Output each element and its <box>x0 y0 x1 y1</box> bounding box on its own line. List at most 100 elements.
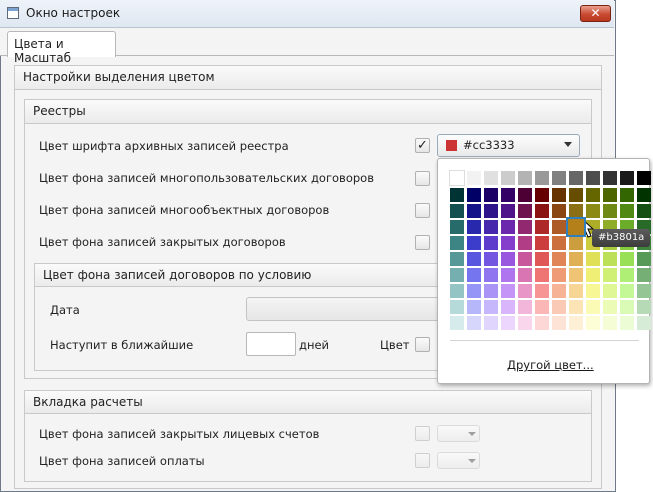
palette-swatch[interactable] <box>637 252 651 266</box>
palette-swatch[interactable] <box>518 316 532 330</box>
palette-swatch[interactable] <box>450 204 464 218</box>
multiobject-checkbox[interactable] <box>415 203 430 218</box>
palette-swatch[interactable] <box>552 220 566 234</box>
palette-swatch[interactable] <box>552 252 566 266</box>
palette-swatch[interactable] <box>467 268 481 282</box>
palette-swatch[interactable] <box>484 188 498 202</box>
palette-swatch[interactable] <box>552 171 566 185</box>
palette-swatch[interactable] <box>467 236 481 250</box>
palette-swatch[interactable] <box>603 252 617 266</box>
palette-swatch[interactable] <box>518 220 532 234</box>
archive-font-color-picker[interactable]: #cc3333 <box>437 134 580 157</box>
palette-swatch[interactable] <box>586 204 600 218</box>
palette-swatch[interactable] <box>484 316 498 330</box>
palette-swatch[interactable] <box>569 284 583 298</box>
palette-swatch[interactable] <box>501 316 515 330</box>
palette-swatch[interactable] <box>501 236 515 250</box>
palette-swatch[interactable] <box>450 252 464 266</box>
palette-swatch[interactable] <box>535 220 549 234</box>
palette-swatch[interactable] <box>552 204 566 218</box>
palette-swatch[interactable] <box>620 171 634 185</box>
palette-swatch[interactable] <box>450 236 464 250</box>
palette-swatch[interactable] <box>467 300 481 314</box>
palette-swatch[interactable] <box>586 284 600 298</box>
palette-swatch[interactable] <box>501 252 515 266</box>
palette-swatch[interactable] <box>467 204 481 218</box>
palette-swatch[interactable] <box>484 268 498 282</box>
palette-swatch-selected[interactable] <box>566 217 586 237</box>
palette-swatch[interactable] <box>467 284 481 298</box>
palette-swatch[interactable] <box>603 204 617 218</box>
closed-accounts-checkbox[interactable] <box>415 426 430 441</box>
palette-swatch[interactable] <box>620 316 634 330</box>
palette-swatch[interactable] <box>620 300 634 314</box>
palette-swatch[interactable] <box>552 284 566 298</box>
palette-swatch[interactable] <box>535 252 549 266</box>
palette-swatch[interactable] <box>484 220 498 234</box>
archive-font-checkbox[interactable]: ✓ <box>415 138 430 153</box>
palette-swatch[interactable] <box>535 188 549 202</box>
other-color-link[interactable]: Другой цвет... <box>507 358 594 372</box>
palette-swatch[interactable] <box>620 284 634 298</box>
palette-swatch[interactable] <box>484 284 498 298</box>
palette-swatch[interactable] <box>484 171 498 185</box>
palette-swatch[interactable] <box>603 188 617 202</box>
palette-swatch[interactable] <box>586 252 600 266</box>
palette-swatch[interactable] <box>637 316 651 330</box>
palette-swatch[interactable] <box>637 204 651 218</box>
palette-swatch[interactable] <box>586 268 600 282</box>
palette-swatch[interactable] <box>620 252 634 266</box>
closed-checkbox[interactable] <box>415 235 430 250</box>
palette-swatch[interactable] <box>450 268 464 282</box>
palette-swatch[interactable] <box>450 220 464 234</box>
palette-swatch[interactable] <box>535 316 549 330</box>
palette-swatch[interactable] <box>450 300 464 314</box>
palette-swatch[interactable] <box>518 268 532 282</box>
palette-swatch[interactable] <box>450 188 464 202</box>
palette-swatch[interactable] <box>501 284 515 298</box>
palette-swatch[interactable] <box>603 316 617 330</box>
palette-swatch[interactable] <box>552 188 566 202</box>
palette-swatch[interactable] <box>467 188 481 202</box>
palette-swatch[interactable] <box>484 236 498 250</box>
palette-swatch[interactable] <box>518 236 532 250</box>
palette-swatch[interactable] <box>603 268 617 282</box>
palette-swatch[interactable] <box>569 316 583 330</box>
palette-swatch[interactable] <box>501 188 515 202</box>
days-input[interactable] <box>246 332 296 356</box>
palette-swatch[interactable] <box>501 268 515 282</box>
palette-swatch[interactable] <box>535 284 549 298</box>
palette-swatch[interactable] <box>552 316 566 330</box>
palette-swatch[interactable] <box>552 268 566 282</box>
palette-swatch[interactable] <box>637 284 651 298</box>
palette-swatch[interactable] <box>637 171 651 185</box>
closed-accounts-color-picker[interactable] <box>437 425 480 442</box>
palette-swatch[interactable] <box>620 188 634 202</box>
palette-swatch[interactable] <box>535 236 549 250</box>
palette-swatch[interactable] <box>484 204 498 218</box>
palette-swatch[interactable] <box>501 204 515 218</box>
palette-swatch[interactable] <box>569 188 583 202</box>
palette-swatch[interactable] <box>620 204 634 218</box>
palette-swatch[interactable] <box>535 204 549 218</box>
palette-swatch[interactable] <box>450 284 464 298</box>
palette-swatch[interactable] <box>535 171 549 185</box>
palette-swatch[interactable] <box>518 204 532 218</box>
palette-swatch[interactable] <box>518 188 532 202</box>
multiuser-checkbox[interactable] <box>415 171 430 186</box>
palette-swatch[interactable] <box>569 300 583 314</box>
palette-swatch[interactable] <box>637 300 651 314</box>
palette-swatch[interactable] <box>569 204 583 218</box>
palette-swatch[interactable] <box>518 252 532 266</box>
condition-color-checkbox[interactable] <box>415 337 430 352</box>
palette-swatch[interactable] <box>518 171 532 185</box>
palette-swatch[interactable] <box>586 171 600 185</box>
close-button[interactable]: ✕ <box>580 5 611 22</box>
palette-swatch[interactable] <box>603 284 617 298</box>
palette-swatch[interactable] <box>586 188 600 202</box>
palette-swatch[interactable] <box>552 236 566 250</box>
palette-swatch[interactable] <box>501 300 515 314</box>
palette-swatch[interactable] <box>569 268 583 282</box>
palette-swatch[interactable] <box>501 220 515 234</box>
payments-checkbox[interactable] <box>415 453 430 468</box>
